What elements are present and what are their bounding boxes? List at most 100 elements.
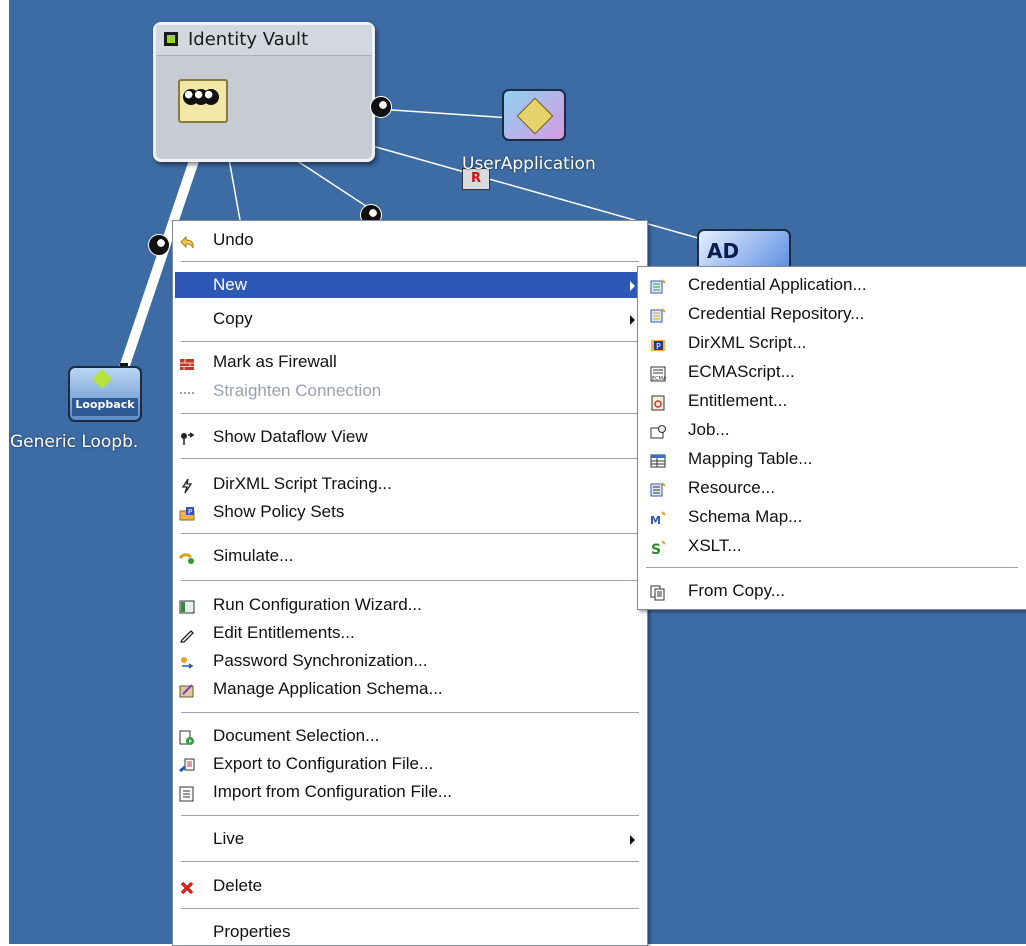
menu-separator [181,458,639,459]
policy-folder-icon: P [179,504,195,521]
svg-text:S: S [651,542,661,556]
identity-vault-node[interactable]: Identity Vault [153,22,375,162]
menu-separator [181,908,639,909]
entitlement-icon [650,393,666,411]
submenu-item-xslt[interactable]: S XSLT... [640,533,1024,559]
menu-item-mark-firewall[interactable]: Mark as Firewall [175,349,645,375]
menu-item-config-wizard[interactable]: Run Configuration Wizard... [175,592,645,618]
brick-wall-icon [179,354,195,370]
yin-yang-icon [203,89,219,105]
import-config-label: Import from Configuration File... [213,782,453,801]
submenu-item-dirxml-script[interactable]: P DirXML Script... [640,330,1024,356]
svg-text:P: P [188,508,192,516]
ecmascript-icon: ECMA [650,364,667,382]
dirxml-script-icon: P [650,335,666,351]
menu-item-show-dataflow[interactable]: Show Dataflow View [175,424,645,450]
vault-icon [164,32,178,46]
submenu-item-job[interactable]: Job... [640,417,1024,443]
menu-item-properties[interactable]: Properties [175,919,645,945]
svg-text:P: P [656,342,661,351]
copy-label: Copy [213,309,253,328]
submenu-item-entitlement[interactable]: Entitlement... [640,388,1024,414]
dataflow-label: Show Dataflow View [213,427,368,446]
driverset-icon[interactable] [178,79,228,123]
driver-yin-yang-icon[interactable] [148,234,170,256]
pencil-icon [179,625,195,643]
menu-item-live[interactable]: Live [175,826,645,852]
menu-separator [181,815,639,816]
driver-yin-yang-icon[interactable] [370,96,392,118]
document-play-icon [179,728,195,745]
delete-label: Delete [213,876,263,895]
mapping-table-icon [650,451,666,468]
red-x-icon [179,878,195,895]
schema-icon [179,681,195,698]
dataflow-icon [179,429,195,445]
lightning-icon [179,476,195,494]
loopback-badge: Loopback [72,398,138,416]
credential-repository-label: Credential Repository... [688,304,865,323]
menu-item-edit-entitlements[interactable]: Edit Entitlements... [175,620,645,646]
menu-item-show-policy-sets[interactable]: P Show Policy Sets [175,499,645,525]
menu-item-new[interactable]: New [175,272,645,298]
menu-item-document-selection[interactable]: Document Selection... [175,723,645,749]
diamond-icon [516,97,554,135]
submenu-separator [646,567,1018,568]
menu-item-simulate[interactable]: Simulate... [175,543,645,569]
export-config-label: Export to Configuration File... [213,754,434,773]
credential-application-label: Credential Application... [688,275,867,294]
entitlement-label: Entitlement... [688,391,788,410]
menu-item-app-schema[interactable]: Manage Application Schema... [175,676,645,702]
menu-separator [181,261,639,262]
menu-item-password-sync[interactable]: Password Synchronization... [175,648,645,674]
submenu-arrow-icon [630,835,635,845]
identity-vault-header: Identity Vault [156,25,372,56]
copy-pages-icon [650,583,666,601]
menu-item-undo[interactable]: Undo [175,227,645,253]
userapplication-label: UserApplication [462,154,596,174]
mapping-table-label: Mapping Table... [688,449,813,468]
submenu-arrow-icon [630,315,635,325]
schema-map-icon: M [650,509,666,527]
document-selection-label: Document Selection... [213,726,380,745]
submenu-item-mapping-table[interactable]: Mapping Table... [640,446,1024,472]
menu-item-copy[interactable]: Copy [175,306,645,332]
password-sync-icon [179,653,195,669]
policy-sets-label: Show Policy Sets [213,502,345,521]
properties-label: Properties [213,922,291,941]
userapplication-node[interactable] [502,89,566,141]
submenu-item-credential-repository[interactable]: Credential Repository... [640,301,1024,327]
submenu-item-schema-map[interactable]: M Schema Map... [640,504,1024,530]
schema-map-label: Schema Map... [688,507,803,526]
export-icon [179,756,195,773]
submenu-arrow-icon [630,281,635,291]
menu-item-straighten-connection[interactable]: Straighten Connection [175,378,645,404]
mark-firewall-label: Mark as Firewall [213,352,337,371]
import-icon [179,784,195,802]
menu-item-delete[interactable]: Delete [175,873,645,899]
from-copy-label: From Copy... [688,581,785,600]
menu-item-import-config[interactable]: Import from Configuration File... [175,779,645,805]
script-tracing-label: DirXML Script Tracing... [213,474,392,493]
menu-item-export-config[interactable]: Export to Configuration File... [175,751,645,777]
menu-item-script-tracing[interactable]: DirXML Script Tracing... [175,471,645,497]
dotted-line-icon [179,383,195,399]
submenu-item-from-copy[interactable]: From Copy... [640,578,1024,604]
submenu-item-credential-application[interactable]: Credential Application... [640,272,1024,298]
resource-label: Resource... [688,478,775,497]
generic-loopback-label: Generic Loopb. [10,432,139,452]
live-label: Live [213,829,245,848]
ad-badge: AD [707,239,740,263]
submenu-item-ecmascript[interactable]: ECMA ECMAScript... [640,359,1024,385]
menu-separator [181,533,639,534]
straighten-label: Straighten Connection [213,381,382,400]
new-label: New [213,275,248,294]
undo-arrow-icon [179,232,195,249]
config-wizard-label: Run Configuration Wizard... [213,595,422,614]
dirxml-script-label: DirXML Script... [688,333,807,352]
loopback-node[interactable]: Loopback [68,366,142,422]
credential-repository-icon [650,306,666,323]
submenu-item-resource[interactable]: Resource... [640,475,1024,501]
credential-application-icon [650,277,666,294]
menu-separator [181,413,639,414]
